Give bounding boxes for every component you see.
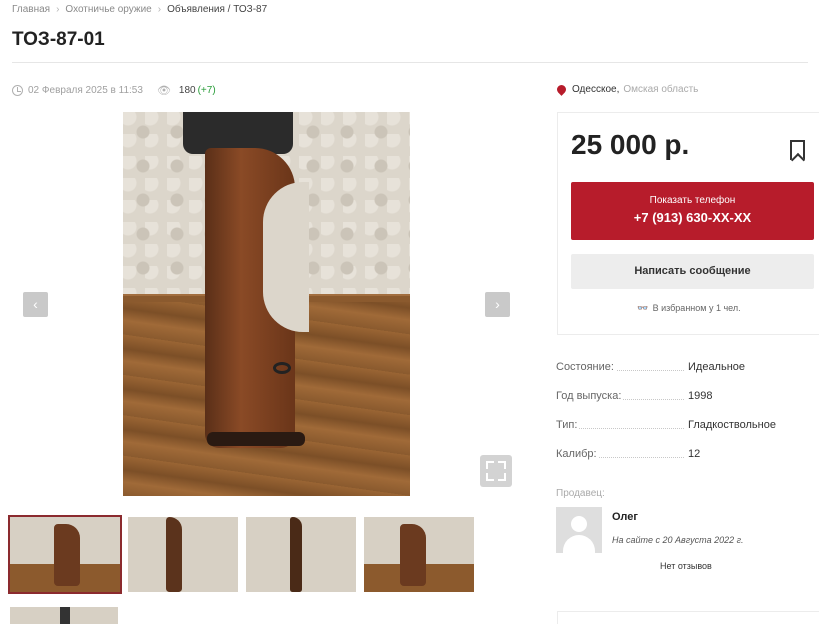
seller-since: На сайте с 20 Августа 2022 г. <box>612 535 744 545</box>
show-phone-button[interactable]: Показать телефон +7 (913) 630-XX-XX <box>571 182 814 240</box>
location-region: Омская область <box>623 84 699 95</box>
write-message-button[interactable]: Написать сообщение <box>571 254 814 289</box>
seller-name[interactable]: Олег <box>612 511 638 523</box>
gallery-prev-button[interactable]: ‹ <box>23 292 48 317</box>
spec-key: Состояние: <box>556 361 616 390</box>
price: 25 000 р. <box>571 129 690 160</box>
map-pin-icon <box>555 83 568 96</box>
spec-value: Гладкоствольное <box>688 419 776 431</box>
seller-reviews[interactable]: Нет отзывов <box>660 561 712 571</box>
specs-list: Состояние: Идеальное Год выпуска: 1998 Т… <box>556 361 806 477</box>
listing-meta: 02 Февраля 2025 в 11:53 👁 180 (+7) <box>12 84 216 97</box>
bookmark-icon[interactable] <box>790 140 805 160</box>
breadcrumb: Главная › Охотничье оружие › Объявления / ТО… <box>12 4 268 15</box>
spec-row: Тип: Гладкоствольное <box>556 419 806 448</box>
main-photo[interactable] <box>123 112 410 496</box>
favorites-text: В избранном у 1 чел. <box>652 303 741 313</box>
divider <box>12 62 808 63</box>
binoculars-icon: 👓 <box>637 303 649 313</box>
spec-value: Идеальное <box>688 361 746 373</box>
seller-label: Продавец: <box>556 488 605 499</box>
gallery-thumbnail[interactable] <box>8 515 122 594</box>
views-delta: (+7) <box>197 85 216 96</box>
spec-row: Состояние: Идеальное <box>556 361 806 390</box>
clock-icon <box>12 85 23 96</box>
price-box: 25 000 р. Показать телефон +7 (913) 630-… <box>557 112 819 335</box>
eye-icon: 👁 <box>156 85 171 97</box>
spec-value: 12 <box>688 448 701 460</box>
location: Одесское, Омская область <box>555 83 699 96</box>
spec-key: Год выпуска: <box>556 390 624 419</box>
posted-date: 02 Февраля 2025 в 11:53 <box>28 85 143 96</box>
breadcrumb-item[interactable]: Объявления / ТОЗ-87 <box>167 4 267 15</box>
spec-key: Калибр: <box>556 448 599 477</box>
breadcrumb-item[interactable]: Главная <box>12 4 50 15</box>
phone-number: +7 (913) 630-XX-XX <box>633 210 752 225</box>
views-count: 180 <box>178 85 196 96</box>
secondary-box <box>557 611 819 624</box>
gallery-next-button[interactable]: › <box>485 292 510 317</box>
gallery-thumbnail[interactable] <box>10 607 118 624</box>
fullscreen-icon[interactable] <box>480 455 512 487</box>
spec-key: Тип: <box>556 419 580 448</box>
gallery-thumbnail[interactable] <box>128 517 238 592</box>
show-phone-label: Показать телефон <box>649 195 736 206</box>
spec-value: 1998 <box>688 390 713 402</box>
location-city[interactable]: Одесское, <box>572 84 619 95</box>
gallery-thumbnail[interactable] <box>364 517 474 592</box>
favorites-count: 👓 В избранном у 1 чел. <box>558 303 819 314</box>
avatar[interactable] <box>556 507 602 553</box>
gallery-thumbnail[interactable] <box>246 517 356 592</box>
spec-row: Год выпуска: 1998 <box>556 390 806 419</box>
page-title: ТОЗ-87-01 <box>12 29 105 50</box>
spec-row: Калибр: 12 <box>556 448 806 477</box>
breadcrumb-item[interactable]: Охотничье оружие <box>65 4 151 15</box>
